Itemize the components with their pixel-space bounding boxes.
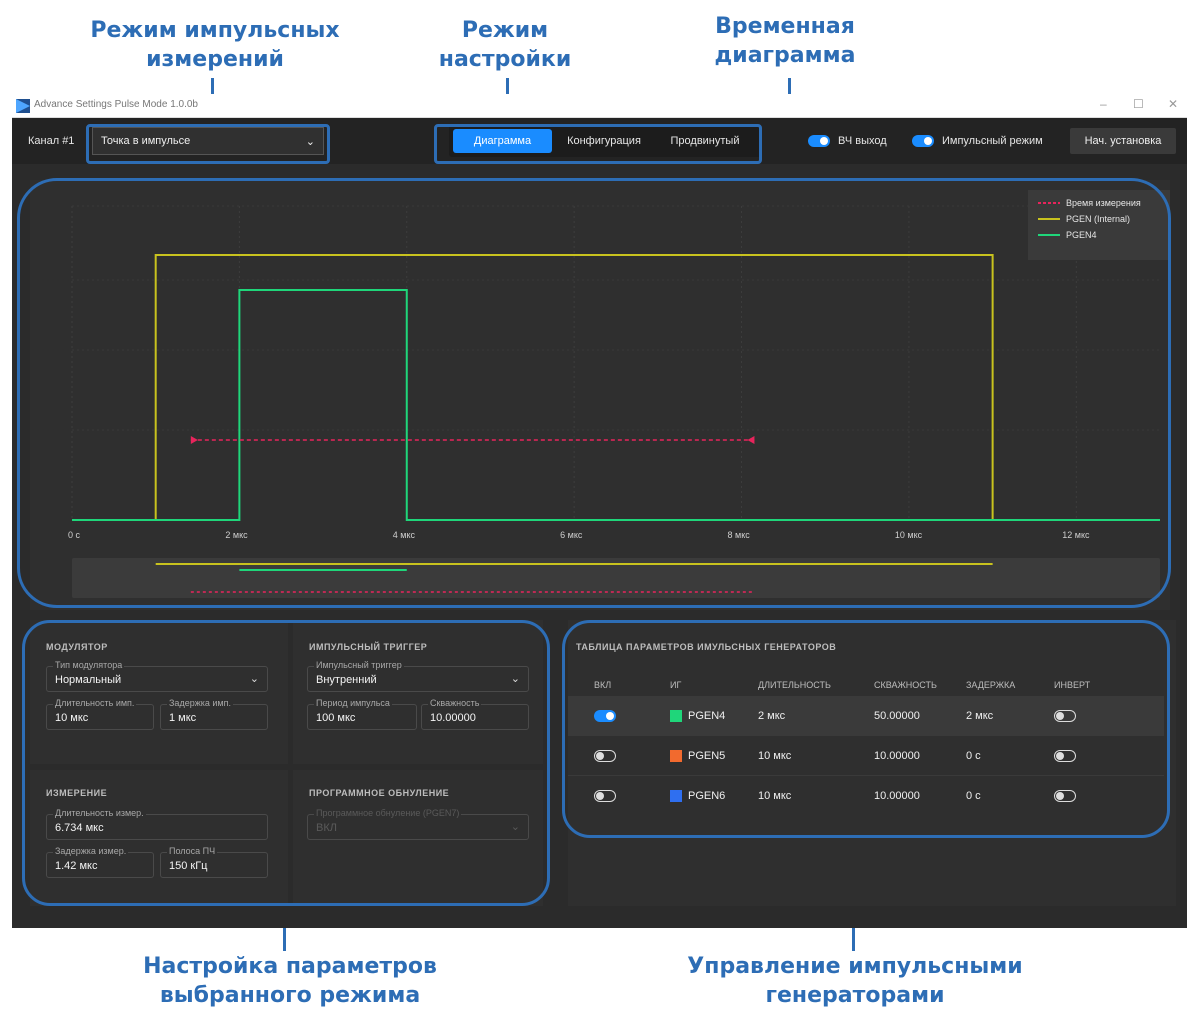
highlight-params (22, 620, 550, 906)
rf-output-toggle[interactable] (808, 135, 830, 147)
annotation-params: Настройка параметров выбранного режима (143, 954, 437, 1008)
highlight-tabs (434, 124, 762, 164)
annotation-generators: Управление импульсными генераторами (687, 954, 1023, 1008)
title-bar: Advance Settings Pulse Mode 1.0.0b – ☐ ✕ (12, 94, 1187, 118)
rf-output-label: ВЧ выход (838, 135, 887, 147)
pulse-mode-label: Импульсный режим (942, 135, 1043, 147)
close-button[interactable]: ✕ (1168, 97, 1178, 111)
annotation-pulse-mode: Режим импульсных измерений (90, 18, 340, 72)
annotation-setup-mode: Режим настройки (438, 18, 572, 72)
annotation-timing-diagram: Временная диаграмма (714, 14, 856, 68)
highlight-generators (562, 620, 1170, 838)
maximize-button[interactable]: ☐ (1133, 97, 1144, 111)
highlight-mode-select (86, 124, 330, 164)
preset-button[interactable]: Нач. установка (1070, 128, 1176, 154)
highlight-diagram (17, 178, 1171, 608)
pulse-mode-toggle[interactable] (912, 135, 934, 147)
window-title: Advance Settings Pulse Mode 1.0.0b (34, 99, 198, 110)
app-logo-icon (16, 99, 30, 113)
minimize-button[interactable]: – (1100, 97, 1107, 111)
channel-label: Канал #1 (28, 135, 75, 147)
